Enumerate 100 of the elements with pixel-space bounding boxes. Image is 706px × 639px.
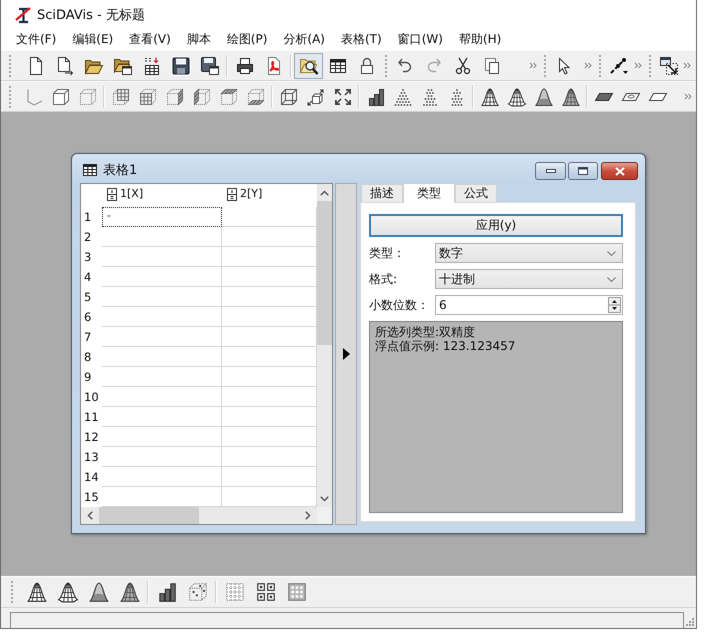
scroll-down-icon[interactable] — [320, 496, 329, 502]
cube-grid-front-icon[interactable] — [138, 86, 158, 106]
row-header[interactable]: 15 — [81, 487, 102, 507]
filled-hill-icon[interactable] — [88, 581, 110, 603]
dot-triangle-icon[interactable] — [392, 86, 412, 106]
menu-item[interactable]: 脚本 — [186, 31, 211, 48]
maximize-button[interactable] — [568, 162, 598, 180]
cube-grid-bottom-icon[interactable] — [246, 86, 266, 106]
more-chevron-icon[interactable] — [634, 62, 642, 69]
table-cell[interactable] — [102, 407, 222, 427]
mesh-hill-icon[interactable] — [26, 581, 48, 603]
shaded-grid-icon[interactable] — [286, 581, 308, 603]
row-header[interactable]: 8 — [81, 347, 102, 367]
scroll-up-icon[interactable] — [320, 190, 329, 196]
dropdown[interactable]: 数字 — [435, 243, 623, 263]
table-cell[interactable] — [102, 287, 222, 307]
column-header[interactable]: 2[Y] — [222, 184, 317, 207]
dotted-line-icon[interactable] — [608, 56, 629, 76]
scrollbar-thumb[interactable] — [317, 201, 332, 345]
table-cell[interactable] — [222, 287, 317, 307]
scroll-left-icon[interactable] — [87, 511, 93, 520]
table-cell[interactable] — [222, 267, 317, 287]
table-cell[interactable] — [102, 347, 222, 367]
table-cell[interactable] — [222, 407, 317, 427]
row-header[interactable]: 3 — [81, 247, 102, 267]
row-header[interactable]: 11 — [81, 407, 102, 427]
filled-hill-icon[interactable] — [534, 86, 554, 106]
spin-arrows-icon[interactable] — [608, 297, 621, 313]
row-header[interactable]: 10 — [81, 387, 102, 407]
number-spin-box[interactable]: 6 — [435, 295, 623, 315]
more-chevron-icon[interactable] — [529, 62, 538, 69]
table-cell[interactable] — [102, 327, 222, 347]
table-cell[interactable] — [222, 307, 317, 327]
floppy-window-icon[interactable] — [200, 56, 220, 76]
scroll-right-icon[interactable] — [305, 511, 311, 520]
toolbar-handle[interactable] — [11, 581, 13, 603]
wireframe-cube-icon[interactable] — [278, 86, 298, 106]
tab[interactable]: 类型 — [403, 183, 455, 203]
resize-grip-icon[interactable] — [685, 617, 695, 627]
cube-arrows-icon[interactable] — [306, 86, 326, 106]
row-header[interactable]: 1 — [81, 207, 102, 227]
table-cell[interactable] — [222, 387, 317, 407]
square-pattern-icon[interactable] — [254, 581, 276, 603]
row-header[interactable]: 5 — [81, 287, 102, 307]
horizontal-scrollbar[interactable] — [81, 507, 317, 524]
window-select-icon[interactable] — [658, 56, 678, 76]
table-cell[interactable] — [102, 467, 222, 487]
row-header[interactable]: 7 — [81, 327, 102, 347]
row-header[interactable]: 12 — [81, 427, 102, 447]
table-cell[interactable] — [222, 447, 317, 467]
minimize-button[interactable] — [535, 162, 566, 180]
toolbar-handle[interactable] — [599, 54, 602, 76]
close-button[interactable] — [601, 162, 638, 180]
dotted-grid-icon[interactable] — [224, 581, 246, 603]
table-cell[interactable] — [102, 247, 222, 267]
apply-button[interactable]: 应用(y) — [369, 214, 623, 237]
panel-toggle-button[interactable] — [335, 183, 357, 525]
row-header[interactable]: 2 — [81, 227, 102, 247]
scrollbar-thumb[interactable] — [99, 507, 199, 524]
toolbar-handle[interactable] — [9, 54, 11, 76]
cube-grid-left-icon[interactable] — [192, 86, 212, 106]
tab[interactable]: 描述 — [361, 184, 403, 202]
menu-item[interactable]: 分析(A) — [283, 31, 325, 48]
table-cell[interactable] — [102, 367, 222, 387]
table-cell[interactable] — [102, 307, 222, 327]
table-cell[interactable] — [222, 367, 317, 387]
tab[interactable]: 公式 — [455, 184, 497, 202]
menu-item[interactable]: 窗口(W) — [398, 31, 443, 48]
toolbar-handle[interactable] — [649, 54, 651, 76]
table-cell[interactable] — [102, 267, 222, 287]
menu-item[interactable]: 表格(T) — [340, 31, 382, 48]
expand-icon[interactable] — [332, 86, 352, 106]
dotted-cube-dots-icon[interactable] — [186, 581, 208, 603]
table-cell[interactable] — [102, 227, 222, 247]
menu-item[interactable]: 帮助(H) — [458, 31, 502, 48]
shaded-mesh-hill-icon[interactable] — [118, 581, 140, 603]
table-cell[interactable] — [222, 207, 317, 227]
table-cell[interactable] — [222, 427, 317, 447]
table-cell[interactable] — [222, 467, 317, 487]
table-cell[interactable] — [222, 247, 317, 267]
table-cell[interactable] — [102, 447, 222, 467]
row-header[interactable]: 14 — [81, 467, 102, 487]
row-header[interactable]: 6 — [81, 307, 102, 327]
toolbar-handle[interactable] — [544, 54, 546, 76]
more-chevron-icon[interactable] — [584, 62, 592, 69]
cube-icon[interactable] — [50, 86, 70, 106]
folder-search-button[interactable] — [294, 52, 323, 78]
column-header[interactable]: 1[X] — [102, 184, 222, 207]
cube-grid-top-icon[interactable] — [218, 86, 238, 106]
toolbar-handle[interactable] — [9, 86, 11, 108]
table-cell[interactable]: - — [102, 207, 222, 227]
shaded-mesh-hill-icon[interactable] — [560, 86, 580, 106]
print-icon[interactable] — [234, 56, 254, 76]
menu-item[interactable]: 文件(F) — [16, 31, 56, 48]
row-header[interactable]: 4 — [81, 267, 102, 287]
menu-item[interactable]: 编辑(E) — [72, 31, 114, 48]
save-icon[interactable] — [170, 56, 190, 76]
table-cell[interactable] — [222, 327, 317, 347]
cube-grid-back-icon[interactable] — [110, 86, 130, 106]
more-chevron-icon[interactable] — [683, 62, 691, 69]
